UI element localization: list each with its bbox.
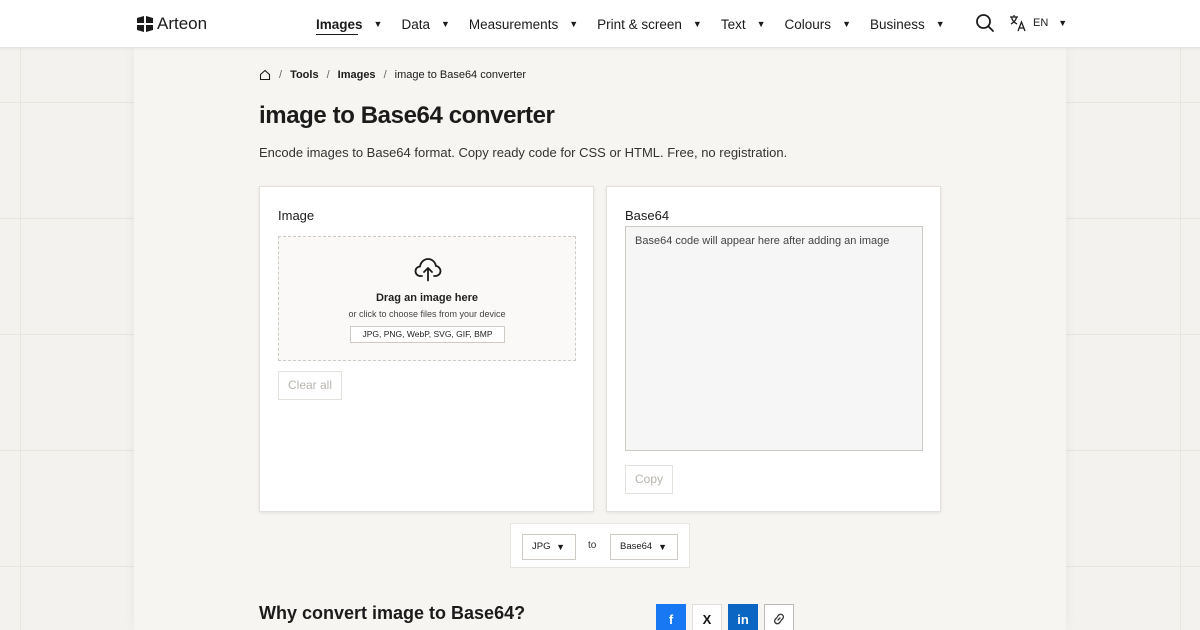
dropzone-title: Drag an image here <box>375 292 479 304</box>
share-facebook-button[interactable]: f <box>656 604 686 630</box>
why-section-title: Why convert image to Base64? <box>259 603 526 623</box>
nav-item-colours[interactable]: Colours ▼ <box>785 0 851 48</box>
copy-link-button[interactable] <box>764 604 794 630</box>
chevron-down-icon: ▼ <box>1058 18 1068 28</box>
clear-all-button[interactable]: Clear all <box>278 371 343 400</box>
chevron-down-icon: ▼ <box>373 19 383 29</box>
language-code: EN <box>1033 17 1049 29</box>
page-title: image to Base64 converter <box>259 102 555 129</box>
top-header: Arteon Images ▼ Data ▼ Measurements ▼ Pr… <box>0 0 1200 48</box>
base64-card-label: Base64 <box>625 208 670 223</box>
chevron-down-icon: ▼ <box>440 19 450 29</box>
chevron-down-icon: ▼ <box>935 19 945 29</box>
from-format-select[interactable]: JPG ▼ <box>522 534 576 560</box>
facebook-icon: f <box>668 611 674 627</box>
dropzone-subtitle: or click to choose files from your devic… <box>348 309 506 319</box>
image-input-card: Image Drag an image here or click to cho… <box>259 186 594 512</box>
nav-item-label: Data <box>401 16 430 32</box>
nav-item-label: Text <box>720 16 746 32</box>
base64-output-card: Base64 Copy <box>606 186 941 512</box>
breadcrumb-separator: / <box>383 69 387 81</box>
nav-item-data[interactable]: Data ▼ <box>401 0 449 48</box>
base64-output-textarea[interactable] <box>625 226 923 451</box>
nav-item-label: Colours <box>784 16 832 32</box>
search-icon <box>976 14 994 32</box>
chevron-down-icon: ▼ <box>569 19 579 29</box>
breadcrumb-current: image to Base64 converter <box>394 69 527 81</box>
link-icon <box>773 613 785 625</box>
chevron-down-icon: ▼ <box>658 542 667 552</box>
share-x-button[interactable]: X <box>692 604 722 630</box>
breadcrumb-link-images[interactable]: Images <box>338 69 376 81</box>
nav-item-label: Business <box>869 16 925 32</box>
nav-item-text[interactable]: Text ▼ <box>721 0 766 48</box>
chevron-down-icon: ▼ <box>842 19 851 29</box>
page-description: Encode images to Base64 format. Copy rea… <box>259 145 788 160</box>
main-nav: Images ▼ Data ▼ Measurements ▼ Print & s… <box>316 0 964 48</box>
brand-mark-icon <box>137 16 153 32</box>
brand-logo[interactable]: Arteon <box>137 14 207 34</box>
chevron-down-icon: ▼ <box>692 19 702 29</box>
nav-item-print-screen[interactable]: Print & screen ▼ <box>597 0 702 48</box>
x-icon: X <box>702 611 712 627</box>
home-icon[interactable] <box>259 69 271 81</box>
to-format-select[interactable]: Base64 ▼ <box>610 534 678 560</box>
breadcrumb-separator: / <box>279 69 283 81</box>
supported-formats-badge: JPG, PNG, WebP, SVG, GIF, BMP <box>350 326 505 343</box>
breadcrumb-separator: / <box>326 69 330 81</box>
chevron-down-icon: ▼ <box>756 19 766 29</box>
to-label: to <box>588 540 597 551</box>
image-card-label: Image <box>278 208 315 223</box>
nav-item-business[interactable]: Business ▼ <box>870 0 945 48</box>
share-linkedin-button[interactable]: in <box>728 604 758 630</box>
cloud-upload-icon <box>414 258 442 282</box>
nav-item-label: Print & screen <box>597 16 682 32</box>
language-selector[interactable]: EN ▼ <box>1009 14 1067 32</box>
brand-name: Arteon <box>157 14 208 33</box>
search-button[interactable] <box>975 13 995 33</box>
breadcrumb-link-tools[interactable]: Tools <box>290 69 319 81</box>
nav-item-label: Images <box>316 16 363 32</box>
to-format-value: Base64 <box>620 541 653 552</box>
linkedin-icon: in <box>737 611 749 627</box>
format-converter-bar: JPG ▼ to Base64 ▼ <box>510 523 690 568</box>
from-format-value: JPG <box>532 541 551 552</box>
chevron-down-icon: ▼ <box>556 542 565 552</box>
nav-item-images[interactable]: Images ▼ <box>316 0 382 48</box>
breadcrumb: / Tools / Images / image to Base64 conve… <box>259 69 526 81</box>
image-dropzone[interactable]: Drag an image here or click to choose fi… <box>278 236 576 361</box>
nav-item-measurements[interactable]: Measurements ▼ <box>469 0 578 48</box>
translate-icon <box>1010 15 1026 32</box>
copy-button[interactable]: Copy <box>625 465 674 494</box>
nav-item-label: Measurements <box>468 16 559 32</box>
